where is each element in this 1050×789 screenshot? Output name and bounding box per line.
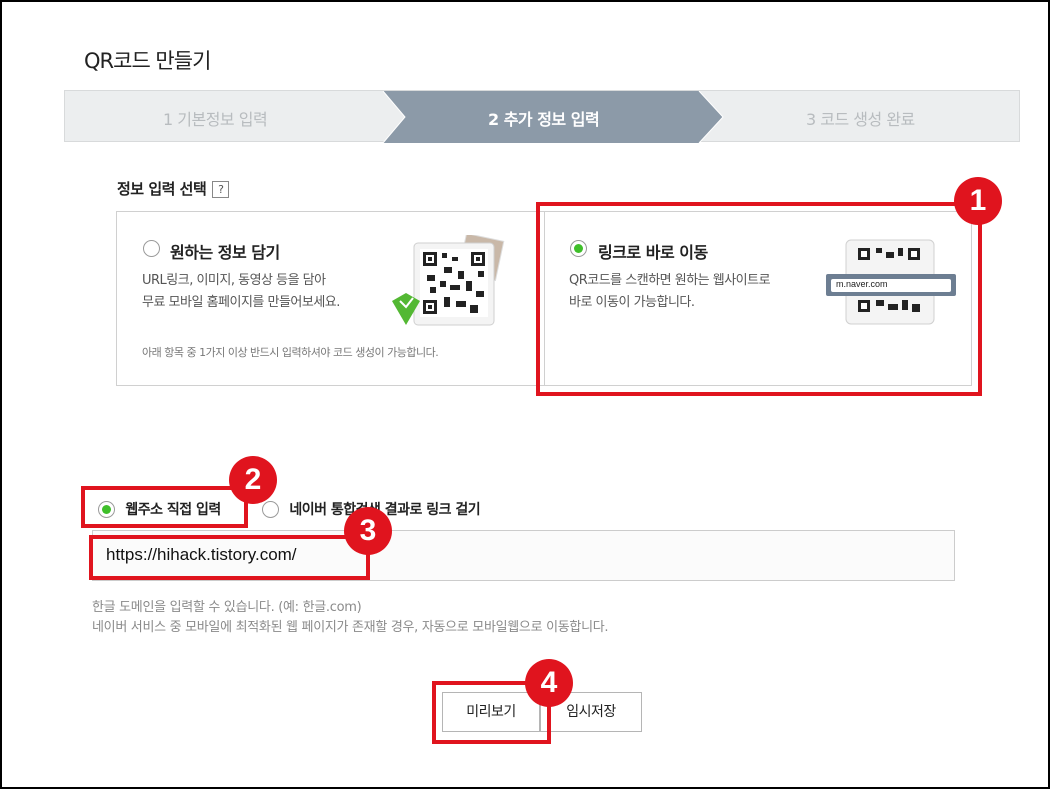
badge-2: 2: [229, 456, 277, 504]
option-custom-info-radio[interactable]: [143, 240, 160, 257]
highlight-box-2: [81, 486, 248, 528]
qr-photo-illustration-icon: [392, 235, 505, 326]
info-select-label: 정보 입력 선택?: [117, 178, 230, 199]
badge-4: 4: [525, 659, 573, 707]
option-custom-info-title: 원하는 정보 담기: [170, 243, 280, 262]
option-custom-info-desc-1: URL링크, 이미지, 동영상 등을 담아: [142, 273, 326, 288]
step-2-label: 2 추가 정보 입력: [488, 110, 600, 129]
link-mode-naver-radio[interactable]: [262, 500, 279, 518]
option-custom-info-desc-2: 무료 모바일 홈페이지를 만들어보세요.: [142, 295, 340, 310]
badge-3: 3: [344, 507, 392, 555]
highlight-box-3: [89, 535, 370, 580]
help-icon[interactable]: ?: [212, 181, 230, 198]
step-indicator: 1 기본정보 입력 2 추가 정보 입력 3 코드 생성 완료: [64, 90, 1020, 143]
highlight-box-1: [536, 202, 982, 396]
option-custom-info-note: 아래 항목 중 1가지 이상 반드시 입력하셔야 코드 생성이 가능합니다.: [142, 346, 439, 359]
step-3-label: 3 코드 생성 완료: [806, 110, 915, 129]
badge-1: 1: [954, 177, 1002, 225]
step-1-label: 1 기본정보 입력: [163, 110, 268, 129]
hint-line-1: 한글 도메인을 입력할 수 있습니다. (예: 한글.com): [92, 600, 362, 615]
hint-line-2: 네이버 서비스 중 모바일에 최적화된 웹 페이지가 존재할 경우, 자동으로 …: [92, 620, 609, 635]
page-title: QR코드 만들기: [84, 49, 211, 73]
